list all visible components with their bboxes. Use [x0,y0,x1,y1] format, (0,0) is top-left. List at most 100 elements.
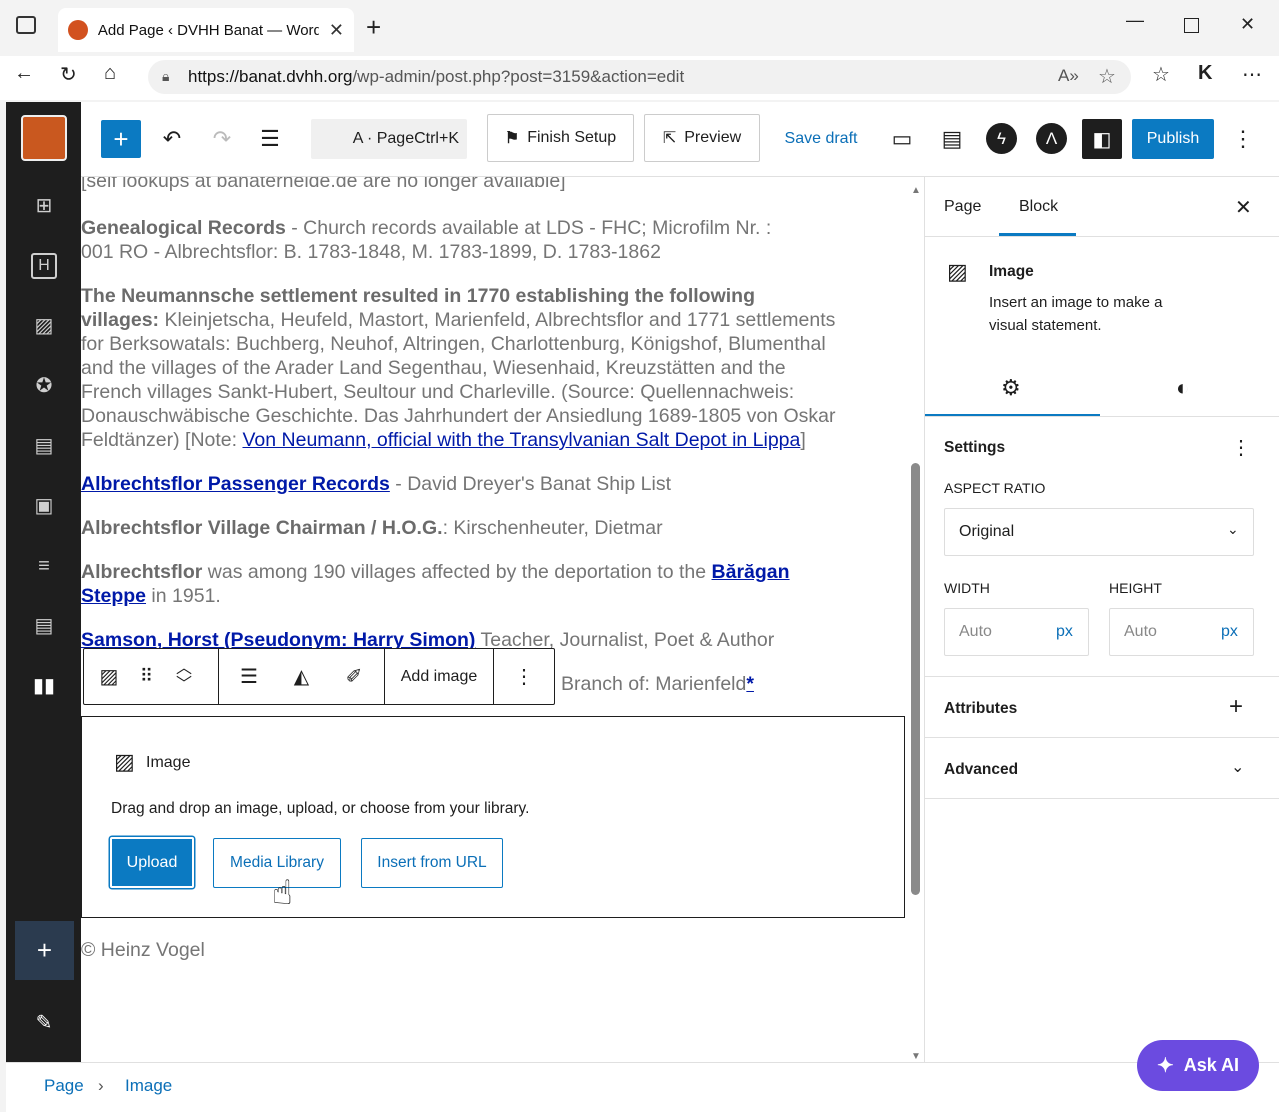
favorite-icon[interactable]: ☆ [1098,64,1116,89]
divider [925,798,1279,799]
height-unit[interactable]: px [1221,623,1238,641]
gear-icon[interactable]: ⚙ [1001,375,1021,401]
preview-button[interactable]: ⇱ Preview [644,114,760,162]
close-icon[interactable]: ✕ [1235,195,1252,220]
back-icon[interactable]: ← [14,62,34,85]
pin-icon[interactable]: ✐ [324,664,384,689]
close-window-icon[interactable]: ✕ [1240,14,1255,35]
ask-ai-button[interactable]: ✦ Ask AI [1137,1040,1259,1091]
document-overview-icon[interactable]: ☰ [254,120,286,158]
add-image-button[interactable]: Add image [385,649,494,704]
list-icon[interactable]: ≡ [31,553,57,579]
passenger-records-link[interactable]: Albrechtsflor Passenger Records [81,473,390,495]
scrollbar[interactable]: ▲ ▼ [908,185,921,1062]
height-label: HEIGHT [1109,580,1162,596]
new-tab-icon[interactable]: + [366,12,381,43]
neumann-link[interactable]: Von Neumann, official with the Transylva… [242,429,800,451]
paragraph[interactable]: [self lookups at banaterheide.de are no … [81,177,906,193]
heading-icon[interactable]: H [31,253,57,279]
paragraph-bold: Genealogical Records [81,217,286,239]
site-logo[interactable] [21,115,67,161]
minimize-icon[interactable]: — [1126,10,1144,31]
chevron-down-icon[interactable]: ⌄ [1231,757,1244,777]
close-tab-icon[interactable]: ✕ [329,20,344,41]
aspect-ratio-select[interactable]: Original ⌄ [944,508,1254,556]
baragan-link-cont[interactable]: Steppe [81,585,146,607]
redo-icon[interactable]: ↷ [206,120,238,158]
baragan-link[interactable]: Bărăgan [712,561,790,583]
divider [925,676,1279,677]
paragraph-branch[interactable]: Branch of: Marienfeld* [561,672,901,696]
content-icon[interactable]: ▤ [31,613,57,639]
breadcrumb-image[interactable]: Image [125,1076,172,1096]
breadcrumb-page[interactable]: Page [44,1076,84,1096]
copyright-text[interactable]: © Heinz Vogel [81,938,906,962]
spectra-icon[interactable]: ϟ [986,123,1017,154]
astra-icon[interactable]: Λ [1036,123,1067,154]
paragraph-deportation[interactable]: Albrechtsflor was among 190 villages aff… [81,560,906,608]
upload-button[interactable]: Upload [110,837,194,888]
undo-icon[interactable]: ↶ [156,120,188,158]
url-field[interactable]: 🔒︎ https://banat.dvhh.org/wp-admin/post.… [148,60,1131,94]
settings-options-icon[interactable]: ⋮ [1231,435,1251,460]
plus-icon[interactable]: + [1229,693,1243,721]
image-icon[interactable]: ▨ [31,313,57,339]
publish-button[interactable]: Publish [1132,119,1214,159]
url-host: https://banat.dvhh.org [188,67,353,86]
paragraph-text: for Berksowatals: Buchberg, Neuhof, Altr… [81,333,826,355]
paragraph-passenger[interactable]: Albrechtsflor Passenger Records - David … [81,472,906,496]
layout-icon[interactable]: ▤ [31,433,57,459]
paragraph-bold: villages: [81,309,160,331]
height-input[interactable]: Auto px [1109,608,1254,656]
block-options-icon[interactable]: ⋮ [494,649,554,704]
scroll-down-icon[interactable]: ▼ [911,1051,921,1062]
blocks-icon[interactable]: ⊞ [31,193,57,219]
move-up-down-icon[interactable]: ︿ ﹀ [159,660,209,693]
save-draft-button[interactable]: Save draft [779,120,863,158]
chevron-down-icon: ⌄ [1227,521,1239,537]
aspect-ratio-value: Original [959,523,1015,540]
scrollbar-thumb[interactable] [911,463,920,895]
read-aloud-icon[interactable]: A» [1058,66,1079,86]
insert-url-button[interactable]: Insert from URL [361,838,503,888]
home-icon[interactable]: ⌂ [104,62,116,85]
paragraph-neumann[interactable]: The Neumannsche settlement resulted in 1… [81,284,906,452]
extension-icon[interactable]: K [1198,62,1212,85]
tab-page[interactable]: Page [944,198,981,216]
align-icon[interactable]: ☰ [219,664,279,689]
more-icon[interactable]: ⋯ [1242,62,1262,87]
edit-icon[interactable]: ✎ [31,1010,57,1036]
paragraph-genealogical[interactable]: Genealogical Records - Church records av… [81,216,906,264]
image-block-icon[interactable]: ▨ [84,664,134,689]
favorites-icon[interactable]: ☆ [1152,62,1170,87]
width-input[interactable]: Auto px [944,608,1089,656]
width-label: WIDTH [944,580,990,596]
maximize-icon[interactable] [1184,18,1199,33]
options-menu-icon[interactable]: ⋮ [1231,120,1255,158]
device-preview-icon[interactable]: ▭ [886,120,918,158]
duotone-icon[interactable]: ◭ [279,664,324,689]
paragraph-chairman[interactable]: Albrechtsflor Village Chairman / H.O.G.:… [81,516,906,540]
star-icon[interactable]: ✪ [31,373,57,399]
reload-icon[interactable]: ↻ [60,62,77,87]
tab-block[interactable]: Block [1019,198,1058,216]
asterisk-link[interactable]: * [746,673,754,695]
drag-handle-icon[interactable]: ⠿ [134,666,159,687]
styles-icon[interactable]: ◐ [1176,375,1189,401]
tab-actions-icon[interactable] [16,16,36,34]
add-block-button[interactable]: + [101,120,141,158]
block-name: Image [989,263,1034,280]
finish-setup-button[interactable]: ⚑ Finish Setup [487,114,634,162]
advanced-heading[interactable]: Advanced [944,761,1018,779]
width-unit[interactable]: px [1056,623,1073,641]
scroll-up-icon[interactable]: ▲ [911,185,921,196]
settings-panel-toggle-icon[interactable]: ◧ [1082,119,1122,159]
add-icon[interactable]: + [15,921,74,980]
attributes-heading[interactable]: Attributes [944,700,1017,718]
command-palette[interactable]: A · PageCtrl+K [311,119,467,159]
image-icon: ▨ [947,259,968,284]
browser-tab[interactable]: Add Page ‹ DVHH Banat — WordPress ✕ [58,8,354,52]
form-icon[interactable]: ▣ [31,493,57,519]
notes-icon[interactable]: ▤ [936,120,968,158]
columns-icon[interactable]: ▮▮ [31,673,57,699]
